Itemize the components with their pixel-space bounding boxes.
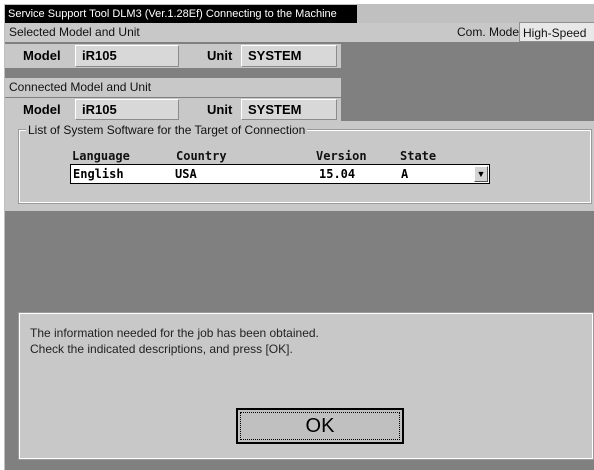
connected-model-row: Model iR105 Unit SYSTEM [5,98,341,121]
window-title: Service Support Tool DLM3 (Ver.1.28Ef) C… [5,5,357,23]
com-mode-label: Com. Mode [457,25,520,39]
titlebar-filler [357,5,594,23]
ok-button-label: OK [240,412,400,440]
software-list-group: List of System Software for the Target o… [18,123,592,204]
selected-country: USA [175,167,197,181]
connected-unit-label: Unit [207,102,233,117]
selected-language: English [73,167,124,181]
header-language: Language [72,149,130,163]
selected-model-value: iR105 [75,45,179,67]
header-state: State [400,149,437,163]
selected-version: 15.04 [319,167,356,181]
main-window: Service Support Tool DLM3 (Ver.1.28Ef) C… [4,4,594,470]
header-version: Version [316,149,367,163]
selected-section-header: Selected Model and Unit [5,23,341,42]
selected-model-label: Model [23,48,61,63]
connected-model-value: iR105 [75,99,179,120]
message-panel: The information needed for the job has b… [18,312,594,460]
message-line-2: Check the indicated descriptions, and pr… [30,342,293,356]
software-list-label: List of System Software for the Target o… [26,123,308,137]
selected-state: A [401,167,409,181]
message-line-1: The information needed for the job has b… [30,326,319,340]
selected-unit-label: Unit [207,48,233,63]
selected-unit-value: SYSTEM [241,45,337,67]
selected-section-label: Selected Model and Unit [9,25,140,39]
selected-model-row: Model iR105 Unit SYSTEM [5,44,341,68]
com-mode-area: Com. Mode High-Speed [341,22,594,42]
com-mode-value: High-Speed [519,22,594,42]
connected-section-label: Connected Model and Unit [9,80,152,94]
connected-section-header: Connected Model and Unit [5,78,341,97]
connected-model-label: Model [23,102,61,117]
header-country: Country [176,149,227,163]
ok-button[interactable]: OK [236,408,404,444]
software-select-dropdown[interactable]: English USA 15.04 A ▼ [70,164,490,184]
dropdown-arrow-icon[interactable]: ▼ [474,166,488,182]
connected-unit-value: SYSTEM [241,99,337,120]
